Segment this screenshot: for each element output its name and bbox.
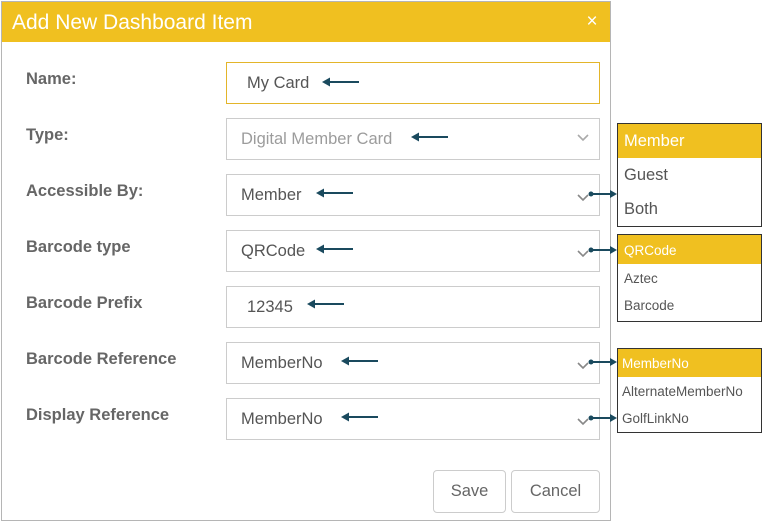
barcode-type-option[interactable]: Barcode xyxy=(624,298,674,313)
arrow-left-icon xyxy=(411,132,448,142)
add-dashboard-item-dialog: Add New Dashboard Item × Name: My Card T… xyxy=(1,1,611,521)
barcode-prefix-input-value: 12345 xyxy=(247,298,293,316)
arrow-left-icon xyxy=(307,299,344,309)
name-input[interactable]: My Card xyxy=(226,62,600,104)
barcode-reference-select[interactable]: MemberNo xyxy=(226,342,600,384)
barcode-type-select-value: QRCode xyxy=(241,242,306,260)
type-label: Type: xyxy=(26,126,69,144)
cancel-button[interactable]: Cancel xyxy=(511,470,600,513)
reference-option[interactable]: MemberNo xyxy=(622,356,689,371)
arrow-left-icon xyxy=(316,244,353,254)
accessible-by-option[interactable]: Guest xyxy=(624,166,668,185)
close-icon[interactable]: × xyxy=(584,12,600,32)
arrow-left-icon xyxy=(341,356,378,366)
chevron-down-icon xyxy=(577,134,589,142)
connector-arrow xyxy=(588,246,617,254)
name-input-value: My Card xyxy=(247,74,310,92)
connector-arrow xyxy=(588,414,617,422)
type-select-value: Digital Member Card xyxy=(241,130,393,148)
display-reference-select-value: MemberNo xyxy=(241,410,323,428)
barcode-reference-label: Barcode Reference xyxy=(26,350,177,368)
barcode-type-options-popup: QRCode Aztec Barcode xyxy=(617,234,762,322)
barcode-type-option[interactable]: Aztec xyxy=(624,271,658,286)
arrow-left-icon xyxy=(316,188,353,198)
arrow-left-icon xyxy=(341,412,378,422)
connector-arrow xyxy=(588,190,617,198)
barcode-type-option[interactable]: QRCode xyxy=(624,243,677,258)
connector-arrow xyxy=(588,358,617,366)
barcode-type-label: Barcode type xyxy=(26,238,131,256)
dialog-title: Add New Dashboard Item xyxy=(12,11,253,34)
barcode-reference-select-value: MemberNo xyxy=(241,354,323,372)
accessible-by-option[interactable]: Member xyxy=(624,132,685,151)
name-label: Name: xyxy=(26,70,77,88)
barcode-prefix-label: Barcode Prefix xyxy=(26,294,143,312)
arrow-left-icon xyxy=(322,77,359,87)
accessible-by-options-popup: Member Guest Both xyxy=(617,123,762,227)
save-button[interactable]: Save xyxy=(433,470,506,513)
barcode-type-select[interactable]: QRCode xyxy=(226,230,600,272)
accessible-by-select[interactable]: Member xyxy=(226,174,600,216)
accessible-by-label: Accessible By: xyxy=(26,182,144,200)
display-reference-label: Display Reference xyxy=(26,406,170,424)
barcode-prefix-input[interactable]: 12345 xyxy=(226,286,600,328)
dialog-header: Add New Dashboard Item × xyxy=(2,2,610,42)
accessible-by-select-value: Member xyxy=(241,186,302,204)
display-reference-select[interactable]: MemberNo xyxy=(226,398,600,440)
accessible-by-option[interactable]: Both xyxy=(624,200,658,219)
reference-option[interactable]: AlternateMemberNo xyxy=(622,384,743,399)
reference-option[interactable]: GolfLinkNo xyxy=(622,411,689,426)
reference-options-popup: MemberNo AlternateMemberNo GolfLinkNo xyxy=(617,348,762,433)
